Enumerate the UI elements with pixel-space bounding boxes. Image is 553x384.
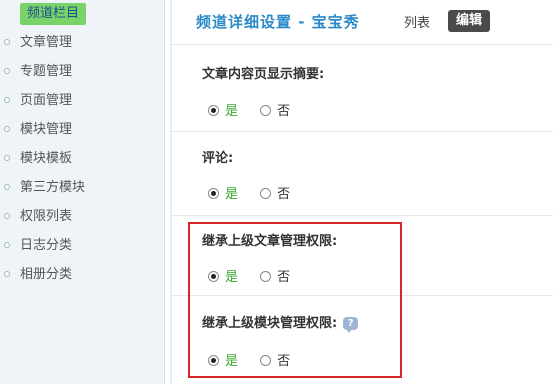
page-title: 频道详细设置 - 宝宝秀 <box>196 13 360 31</box>
sidebar-item-page-management[interactable]: 页面管理 <box>0 86 164 115</box>
bullet-icon <box>4 271 10 277</box>
radio-no[interactable] <box>260 188 272 199</box>
sidebar-item-label: 第三方模块 <box>20 180 86 195</box>
sidebar-item-third-party-module[interactable]: 第三方模块 <box>0 173 164 202</box>
sidebar-item-module-template[interactable]: 模块模板 <box>0 144 164 173</box>
sidebar-item-label: 日志分类 <box>20 238 73 253</box>
radio-no[interactable] <box>260 105 272 116</box>
sidebar-item-label: 相册分类 <box>20 267 73 282</box>
radio-yes-label[interactable]: 是 <box>225 187 238 202</box>
sidebar-item-article-management[interactable]: 文章管理 <box>0 28 164 57</box>
sidebar-item-topic-management[interactable]: 专题管理 <box>0 57 164 86</box>
radio-yes-label[interactable]: 是 <box>225 104 238 119</box>
radio-group-summary: 是 否 <box>208 100 290 119</box>
highlight-box <box>188 222 402 378</box>
sidebar-item-label: 频道栏目 <box>20 3 87 25</box>
bullet-icon <box>4 184 10 190</box>
bullet-icon <box>4 213 10 219</box>
sidebar-item-label: 权限列表 <box>20 209 73 224</box>
bullet-icon <box>4 126 10 132</box>
setting-label: 评论: <box>202 151 234 166</box>
content-header: 频道详细设置 - 宝宝秀 列表 编辑 <box>172 0 553 45</box>
sidebar-item-label: 模块管理 <box>20 122 73 137</box>
radio-no-label[interactable]: 否 <box>277 187 290 202</box>
radio-yes[interactable] <box>208 105 219 116</box>
sidebar-item-label: 文章管理 <box>20 35 73 50</box>
bullet-icon <box>4 97 10 103</box>
radio-group-comment: 是 否 <box>208 183 290 202</box>
sidebar-item-channel-column[interactable]: 频道栏目 <box>0 0 164 28</box>
radio-no-label[interactable]: 否 <box>277 104 290 119</box>
sidebar-item-label: 专题管理 <box>20 64 73 79</box>
sidebar-item-album-category[interactable]: 相册分类 <box>0 260 164 289</box>
radio-yes[interactable] <box>208 188 219 199</box>
sidebar: 频道栏目 文章管理 专题管理 页面管理 模块管理 模块模板 第三方模块 权限列表… <box>0 0 165 384</box>
setting-label: 文章内容页显示摘要: <box>202 67 325 82</box>
sidebar-item-module-management[interactable]: 模块管理 <box>0 115 164 144</box>
tab-list[interactable]: 列表 <box>404 12 430 31</box>
tab-edit[interactable]: 编辑 <box>448 10 491 32</box>
sidebar-item-label: 模块模板 <box>20 151 73 166</box>
bullet-icon <box>4 155 10 161</box>
setting-row-comment: 评论: 是 否 <box>172 132 553 216</box>
bullet-icon <box>4 68 10 74</box>
setting-row-summary: 文章内容页显示摘要: 是 否 <box>172 45 553 132</box>
sidebar-item-log-category[interactable]: 日志分类 <box>0 231 164 260</box>
sidebar-item-permission-list[interactable]: 权限列表 <box>0 202 164 231</box>
bullet-icon <box>4 39 10 45</box>
sidebar-item-label: 页面管理 <box>20 93 73 108</box>
bullet-icon <box>4 242 10 248</box>
